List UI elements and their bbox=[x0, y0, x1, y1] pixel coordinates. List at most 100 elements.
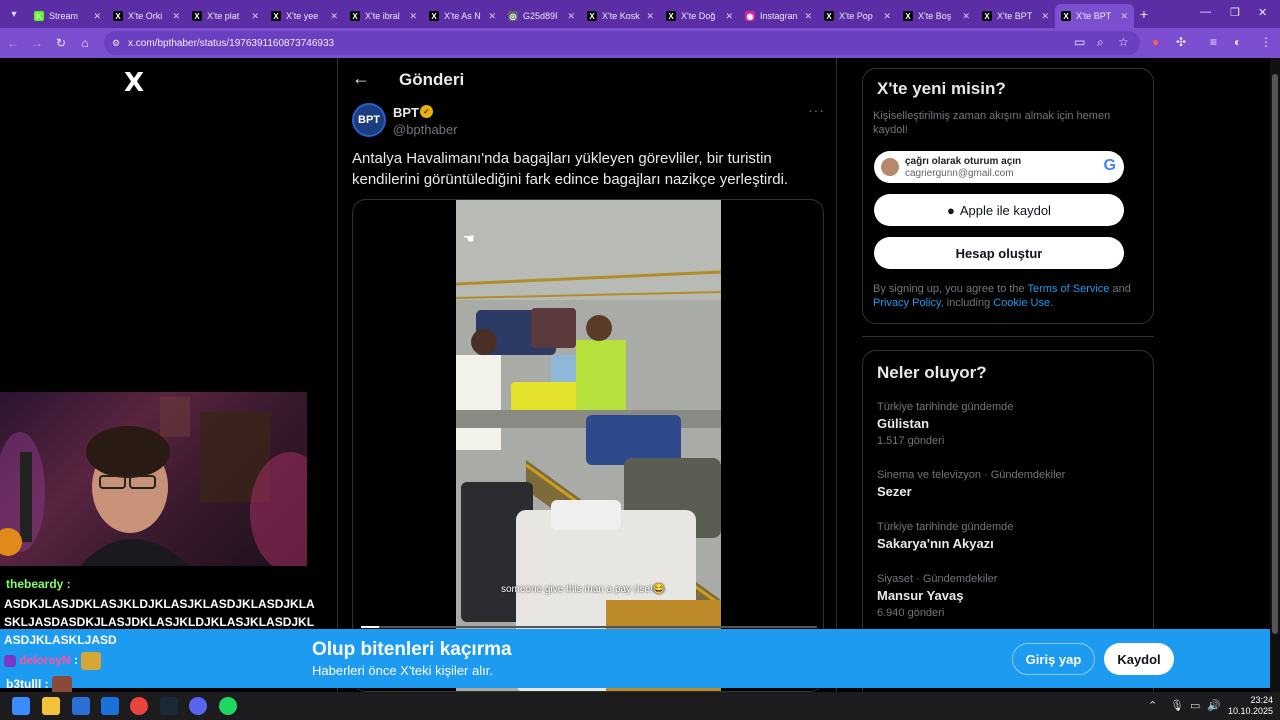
chrome-icon[interactable] bbox=[130, 697, 148, 715]
author-avatar[interactable]: BPT bbox=[352, 103, 386, 137]
zoom-icon[interactable]: ⌕ bbox=[1097, 35, 1104, 50]
taskbar-clock[interactable]: 23:24 10.10.2025 bbox=[1228, 695, 1273, 717]
browser-tab[interactable]: K Stream ✕ bbox=[28, 4, 107, 28]
browser-tab[interactable]: X X'te Orki ✕ bbox=[107, 4, 186, 28]
maximize-icon[interactable]: ❐ bbox=[1230, 6, 1240, 19]
volume-icon[interactable]: 🔊 bbox=[1207, 699, 1221, 712]
trend-context: Türkiye tarihinde gündemde bbox=[877, 401, 1014, 413]
video-progress-bar[interactable] bbox=[361, 626, 817, 628]
google-signin-button[interactable]: çağrı olarak oturum açın cagriergunn@gma… bbox=[874, 151, 1124, 183]
tab-favicon-icon: K bbox=[34, 11, 44, 21]
browser-tab[interactable]: X X'te Kosk ✕ bbox=[581, 4, 660, 28]
browser-tab[interactable]: X X'te BPT ✕ bbox=[1055, 4, 1134, 28]
clock-time: 23:24 bbox=[1250, 695, 1274, 705]
apple-signup-button[interactable]: ● Apple ile kaydol bbox=[874, 194, 1124, 226]
store-icon[interactable] bbox=[72, 697, 90, 715]
author-name[interactable]: BPT bbox=[393, 105, 419, 120]
browser-menu-icon[interactable]: ⋮ bbox=[1260, 35, 1272, 49]
x-logo[interactable]: X bbox=[124, 68, 144, 98]
discord-icon[interactable] bbox=[189, 697, 207, 715]
webcam-overlay bbox=[0, 392, 307, 566]
tab-close-icon[interactable]: ✕ bbox=[409, 11, 417, 22]
install-icon[interactable]: ▭ bbox=[1074, 35, 1085, 49]
tab-close-icon[interactable]: ✕ bbox=[883, 11, 891, 22]
create-account-button[interactable]: Hesap oluştur bbox=[874, 237, 1124, 269]
browser-tab[interactable]: X X'te BPT ✕ bbox=[976, 4, 1055, 28]
post-column: ← Gönderi BPT BPT ✓ @bpthaber ··· Antaly… bbox=[337, 58, 837, 692]
chat-username: thebeardy : bbox=[6, 577, 71, 591]
tab-close-icon[interactable]: ✕ bbox=[251, 11, 259, 22]
login-label: Giriş yap bbox=[1025, 651, 1082, 667]
terms-link[interactable]: Terms of Service bbox=[1028, 283, 1110, 295]
extension-icon[interactable]: ● bbox=[1152, 35, 1159, 49]
back-icon[interactable]: ← bbox=[2, 36, 24, 50]
tab-close-icon[interactable]: ✕ bbox=[1120, 11, 1128, 22]
tab-close-icon[interactable]: ✕ bbox=[488, 11, 496, 22]
reload-icon[interactable]: ↻ bbox=[50, 36, 72, 50]
browser-tab[interactable]: X X'te Pop ✕ bbox=[818, 4, 897, 28]
privacy-link[interactable]: Privacy Policy bbox=[873, 297, 941, 309]
trend-item[interactable]: Türkiye tarihinde gündemde Gülistan 1.51… bbox=[877, 401, 1137, 447]
spotify-icon[interactable] bbox=[219, 697, 237, 715]
tab-close-icon[interactable]: ✕ bbox=[567, 11, 575, 22]
scrollbar-thumb[interactable] bbox=[1272, 74, 1278, 634]
trend-name: Sakarya'nın Akyazı bbox=[877, 536, 994, 551]
url-field[interactable]: ⚙ x.com/bpthaber/status/1976391160873746… bbox=[104, 31, 1140, 55]
minimize-icon[interactable]: — bbox=[1200, 6, 1211, 18]
steam-icon[interactable] bbox=[160, 697, 178, 715]
home-icon[interactable]: ⌂ bbox=[74, 36, 96, 50]
bookmark-star-icon[interactable]: ☆ bbox=[1118, 35, 1129, 49]
tab-close-icon[interactable]: ✕ bbox=[330, 11, 338, 22]
tab-close-icon[interactable]: ✕ bbox=[725, 11, 733, 22]
browser-tab[interactable]: X X'te plat ✕ bbox=[186, 4, 265, 28]
browser-tab[interactable]: X X'te Doğ ✕ bbox=[660, 4, 739, 28]
browser-tab[interactable]: X X'te ibral ✕ bbox=[344, 4, 423, 28]
back-arrow-icon[interactable]: ← bbox=[352, 68, 370, 89]
signup-legal-text: By signing up, you agree to the Terms of… bbox=[873, 282, 1148, 310]
trend-context: Sinema ve televizyon · Gündemdekiler bbox=[877, 469, 1066, 481]
tab-close-icon[interactable]: ✕ bbox=[1041, 11, 1049, 22]
trend-item[interactable]: Siyaset · Gündemdekiler Mansur Yavaş 6.9… bbox=[877, 573, 1137, 619]
tabs-container: K Stream ✕ X X'te Orki ✕ X X'te plat ✕ X X'te yee ✕… bbox=[28, 0, 1134, 28]
more-options-icon[interactable]: ··· bbox=[808, 102, 825, 118]
browser-tab[interactable]: X X'te yee ✕ bbox=[265, 4, 344, 28]
file-explorer-icon[interactable] bbox=[42, 697, 60, 715]
forward-icon[interactable]: → bbox=[26, 36, 48, 50]
windows-start-icon[interactable] bbox=[12, 697, 30, 715]
login-button[interactable]: Giriş yap bbox=[1012, 643, 1095, 675]
outlook-icon[interactable] bbox=[101, 697, 119, 715]
tab-title: X'te plat bbox=[207, 11, 240, 21]
site-info-icon[interactable]: ⚙ bbox=[112, 38, 120, 49]
tab-close-icon[interactable]: ✕ bbox=[804, 11, 812, 22]
tab-close-icon[interactable]: ✕ bbox=[962, 11, 970, 22]
microphone-icon[interactable]: 🎙 bbox=[1170, 699, 1184, 712]
extensions-puzzle-icon[interactable]: ✣ bbox=[1176, 35, 1186, 49]
new-tab-button[interactable]: + bbox=[1134, 6, 1154, 22]
network-icon[interactable]: ▭ bbox=[1190, 699, 1200, 712]
profile-avatar[interactable]: ◐ bbox=[1234, 35, 1241, 49]
browser-tab[interactable]: X X'te As N ✕ bbox=[423, 4, 502, 28]
trend-item[interactable]: Sinema ve televizyon · Gündemdekiler Sez… bbox=[877, 469, 1137, 499]
reading-list-icon[interactable]: ≡ bbox=[1210, 35, 1217, 49]
signup-card: X'te yeni misin? Kişiselleştirilmiş zama… bbox=[862, 68, 1154, 324]
legal-prefix: By signing up, you agree to the bbox=[873, 283, 1028, 295]
create-account-label: Hesap oluştur bbox=[955, 245, 1043, 261]
tab-close-icon[interactable]: ✕ bbox=[172, 11, 180, 22]
close-window-icon[interactable]: ✕ bbox=[1258, 6, 1267, 19]
tab-close-icon[interactable]: ✕ bbox=[93, 11, 101, 22]
cookie-link[interactable]: Cookie Use bbox=[993, 297, 1050, 309]
tray-overflow-icon[interactable]: ⌃ bbox=[1148, 699, 1157, 712]
tab-close-icon[interactable]: ✕ bbox=[646, 11, 654, 22]
browser-tab[interactable]: ◎ G25d89I ✕ bbox=[502, 4, 581, 28]
tab-title: Instagran bbox=[760, 11, 798, 21]
chat-separator: : bbox=[70, 653, 79, 668]
video-player[interactable]: someone give this man a pay rise!😂 ☚ bbox=[352, 199, 824, 692]
browser-tab[interactable]: X X'te Boş ✕ bbox=[897, 4, 976, 28]
trend-item[interactable]: Türkiye tarihinde gündemde Sakarya'nın A… bbox=[877, 521, 1137, 551]
video-frame[interactable]: someone give this man a pay rise!😂 bbox=[456, 200, 721, 691]
browser-tab[interactable]: ◉ Instagran ✕ bbox=[739, 4, 818, 28]
author-handle[interactable]: @bpthaber bbox=[393, 122, 458, 137]
stream-chat: thebeardy : ASDKJLASJDKLASJKLDJKLASJKLAS… bbox=[0, 572, 320, 694]
tab-search-icon[interactable]: ▾ bbox=[0, 0, 28, 28]
register-button[interactable]: Kaydol bbox=[1104, 643, 1174, 675]
